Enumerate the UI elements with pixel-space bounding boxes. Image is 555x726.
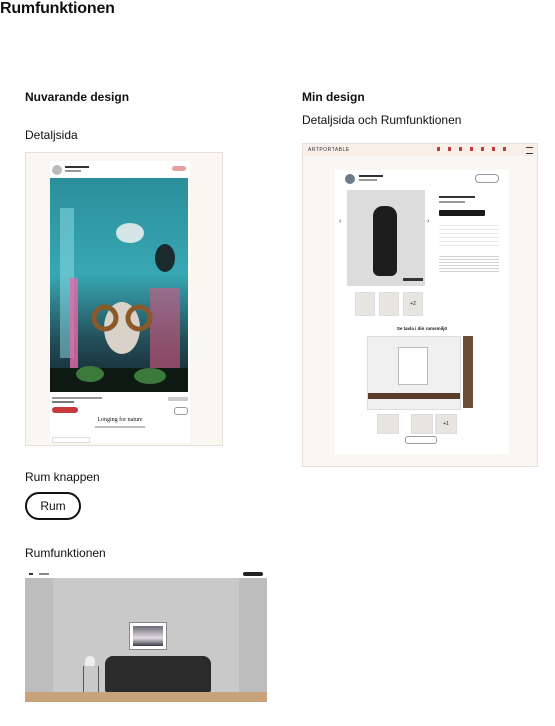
room-function-label: Rumfunktionen — [25, 546, 106, 560]
thumbnail-more[interactable]: +2 — [403, 292, 423, 316]
artist-name-line — [359, 175, 383, 177]
buy-button[interactable] — [52, 407, 78, 413]
main-image — [347, 190, 425, 286]
subtitle-line — [439, 201, 465, 203]
artist-sub-line — [65, 170, 81, 172]
current-detail-card: Longing for nature — [50, 161, 190, 443]
room-tag[interactable] — [403, 278, 423, 281]
my-design-screenshot: ARTPORTABLE ‹ › +2 Se tavla i din rumsmi… — [302, 143, 538, 467]
avatar — [52, 165, 62, 175]
sculpture — [373, 206, 397, 276]
current-design-heading: Nuvarande design — [25, 90, 130, 104]
room-toolbar — [25, 570, 267, 578]
page-title: Rumfunktionen — [0, 0, 115, 17]
prev-arrow-icon[interactable]: ‹ — [339, 218, 341, 225]
follow-button[interactable] — [475, 174, 499, 183]
room-function-screenshot — [25, 570, 267, 702]
artist-sub-line — [359, 179, 377, 181]
meta-line-2 — [52, 401, 74, 403]
room-button-section-label: Rum knappen — [25, 470, 100, 484]
tags — [52, 437, 90, 443]
current-detail-screenshot: Longing for nature — [25, 152, 223, 446]
next-arrow-icon[interactable]: › — [427, 218, 429, 225]
left-wall — [25, 578, 53, 702]
nav-bar: ARTPORTABLE — [303, 144, 537, 156]
framed-artwork — [129, 622, 167, 650]
detail-card: ‹ › +2 Se tavla i din rumsmiljö +1 — [335, 170, 509, 454]
room-thumb-more[interactable]: +1 — [435, 414, 457, 434]
brand-logo[interactable]: ARTPORTABLE — [308, 147, 350, 153]
sofa — [105, 656, 211, 692]
artwork-sub — [95, 426, 145, 428]
my-detail-label: Detaljsida och Rumfunktionen — [302, 113, 462, 127]
artwork-title: Longing for nature — [97, 417, 143, 423]
buy-button[interactable] — [439, 210, 485, 216]
room-thumb-2[interactable] — [411, 414, 433, 434]
details-table — [439, 222, 499, 248]
side-table — [83, 666, 99, 692]
artist-name-line — [65, 166, 89, 168]
room-artwork — [398, 347, 428, 385]
artwork-thumb — [133, 626, 163, 646]
thumbnail-1[interactable] — [355, 292, 375, 316]
room-side-panel — [463, 336, 473, 408]
menu-icon[interactable] — [29, 573, 33, 575]
toolbar-button[interactable] — [243, 572, 263, 576]
toolbar-text — [39, 573, 49, 575]
lamp — [85, 656, 95, 666]
title-line — [439, 196, 475, 198]
room-shelf — [368, 393, 460, 399]
artwork-image — [50, 178, 188, 392]
thumbnail-2[interactable] — [379, 292, 399, 316]
meta-line — [52, 397, 102, 399]
my-design-heading: Min design — [302, 90, 365, 104]
hamburger-icon[interactable] — [526, 147, 533, 154]
description-text — [439, 254, 499, 274]
room-section-title: Se tavla i din rumsmiljö — [396, 326, 448, 331]
room-button[interactable]: Rum — [25, 492, 81, 520]
nav-icons[interactable] — [437, 147, 511, 151]
share-icons[interactable] — [168, 397, 188, 401]
current-detail-label: Detaljsida — [25, 128, 78, 142]
avatar — [345, 174, 355, 184]
room-button-small[interactable] — [174, 407, 188, 415]
floor — [25, 692, 267, 702]
room-thumb-1[interactable] — [377, 414, 399, 434]
right-wall — [239, 578, 267, 702]
room-upload-button[interactable] — [405, 436, 437, 444]
room-preview — [367, 336, 461, 410]
follow-button[interactable] — [172, 166, 186, 171]
